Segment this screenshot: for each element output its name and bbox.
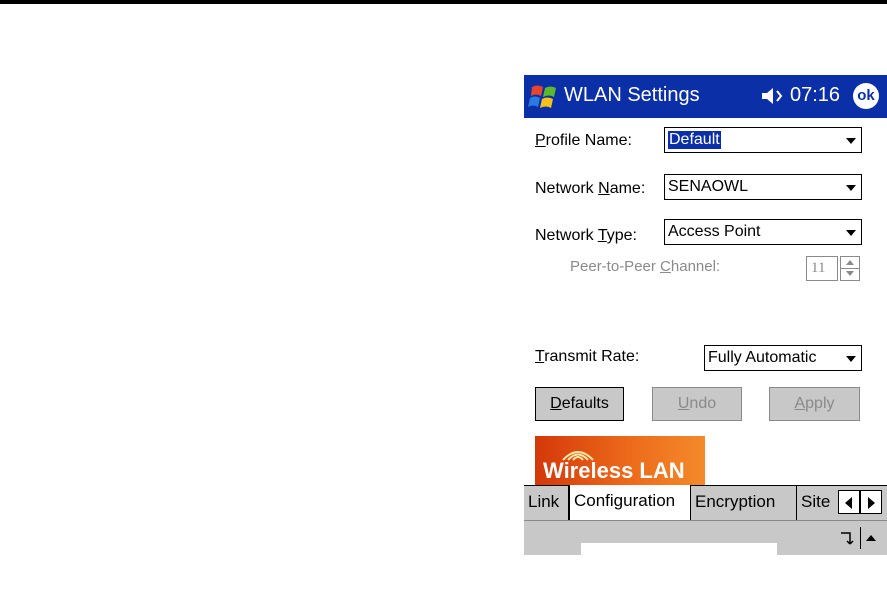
undo-button[interactable]: Undo — [652, 387, 742, 421]
clock[interactable]: 07:16 — [790, 84, 840, 107]
network-type-value: Access Point — [668, 223, 761, 240]
transmit-rate-dropdown[interactable]: Fully Automatic — [704, 345, 862, 371]
network-name-label: Network Name: — [535, 180, 646, 197]
peer-channel-label: Peer-to-Peer Channel: — [570, 258, 721, 275]
network-name-value: SENAOWL — [668, 178, 749, 195]
chevron-down-icon — [846, 138, 856, 144]
peer-channel-input[interactable]: 11 — [806, 256, 838, 281]
transmit-rate-value: Fully Automatic — [708, 349, 817, 366]
menu-bar — [524, 520, 887, 556]
tab-scroll-right-button[interactable] — [860, 490, 882, 514]
profile-name-label: Profile Name: — [535, 132, 632, 149]
tab-site[interactable]: Site — [797, 486, 837, 520]
network-type-dropdown[interactable]: Access Point — [664, 219, 862, 245]
spin-up-icon[interactable] — [846, 260, 854, 265]
spinner-divider — [841, 268, 859, 269]
input-method-icon[interactable] — [838, 529, 854, 547]
spin-down-icon[interactable] — [846, 271, 854, 276]
ok-button[interactable]: ok — [853, 83, 879, 109]
chevron-down-icon — [846, 185, 856, 191]
chevron-down-icon — [846, 356, 856, 362]
apply-button[interactable]: Apply — [769, 387, 860, 421]
peer-channel-spinner[interactable] — [840, 256, 860, 281]
tab-encryption[interactable]: Encryption — [691, 486, 797, 520]
profile-name-value: Default — [668, 131, 721, 149]
tab-link[interactable]: Link — [524, 486, 569, 520]
peer-channel-value: 11 — [811, 260, 826, 276]
window-title: WLAN Settings — [564, 84, 700, 106]
input-panel-bar — [581, 543, 777, 556]
windows-start-icon[interactable] — [528, 81, 560, 113]
tab-scroll-controls — [834, 486, 887, 520]
network-name-dropdown[interactable]: SENAOWL — [664, 174, 862, 200]
tab-scroll-left-button[interactable] — [838, 490, 860, 514]
chevron-right-icon — [868, 497, 875, 509]
banner-text: Wireless LAN — [543, 458, 685, 483]
tab-configuration[interactable]: Configuration — [569, 485, 691, 521]
chevron-left-icon — [845, 497, 852, 509]
tab-bar: Link Configuration Encryption Site — [524, 485, 887, 521]
configuration-panel: Profile Name: Default Network Name: SENA… — [524, 118, 887, 485]
transmit-rate-label: Transmit Rate: — [535, 348, 640, 365]
pocket-pc-window: WLAN Settings 07:16 ok Profile Name: Def… — [524, 75, 887, 556]
speaker-icon[interactable] — [760, 85, 786, 107]
input-panel-up-icon[interactable] — [866, 535, 876, 541]
wireless-lan-banner: Wireless LAN — [535, 436, 705, 485]
chevron-down-icon — [846, 230, 856, 236]
title-bar: WLAN Settings 07:16 ok — [524, 75, 887, 118]
network-type-label: Network Type: — [535, 227, 637, 244]
top-rule — [0, 0, 887, 4]
defaults-button[interactable]: Defaults — [535, 387, 624, 421]
menu-divider — [860, 527, 861, 549]
profile-name-dropdown[interactable]: Default — [664, 127, 862, 153]
